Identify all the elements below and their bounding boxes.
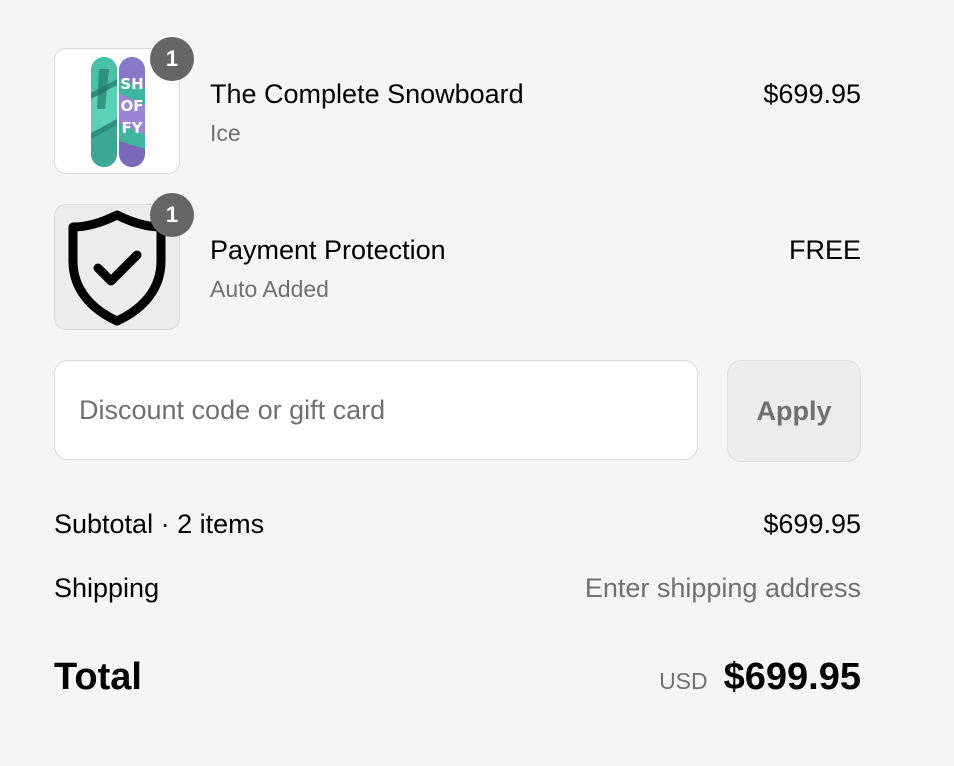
shipping-label: Shipping bbox=[54, 573, 160, 603]
apply-discount-button[interactable]: Apply bbox=[727, 360, 861, 462]
product-title: Payment Protection bbox=[210, 235, 446, 265]
discount-row: Apply bbox=[54, 360, 861, 462]
line-item-payment-protection: 1 Payment Protection Auto Added FREE bbox=[54, 193, 861, 332]
product-thumbnail: SH OF FY 1 bbox=[54, 37, 194, 174]
quantity-badge: 1 bbox=[150, 193, 194, 237]
product-price: $699.95 bbox=[763, 79, 861, 109]
product-price: FREE bbox=[788, 235, 861, 265]
svg-text:SH: SH bbox=[120, 75, 143, 93]
quantity-badge: 1 bbox=[150, 37, 194, 81]
product-title: The Complete Snowboard bbox=[210, 79, 524, 109]
shipping-value: Enter shipping address bbox=[584, 573, 861, 603]
total-row: Total USD $699.95 bbox=[54, 654, 861, 704]
currency-code: USD bbox=[659, 668, 708, 694]
order-summary: SH OF FY 1 The Complete Snowboard Ice $6… bbox=[54, 37, 861, 704]
product-variant: Ice bbox=[210, 120, 241, 146]
discount-code-input[interactable] bbox=[54, 360, 698, 460]
total-amount: $699.95 bbox=[723, 656, 861, 698]
shipping-row: Shipping Enter shipping address bbox=[54, 572, 861, 612]
product-variant: Auto Added bbox=[210, 276, 329, 302]
product-thumbnail: 1 bbox=[54, 193, 194, 330]
svg-text:OF: OF bbox=[121, 97, 144, 115]
subtotal-row: Subtotal · 2 items $699.95 bbox=[54, 508, 861, 548]
subtotal-label: Subtotal · 2 items bbox=[54, 509, 265, 539]
svg-text:FY: FY bbox=[121, 119, 143, 137]
totals-section: Subtotal · 2 items $699.95 Shipping Ente… bbox=[54, 508, 861, 704]
total-label: Total bbox=[54, 656, 142, 698]
line-item-snowboard: SH OF FY 1 The Complete Snowboard Ice $6… bbox=[54, 37, 861, 176]
subtotal-value: $699.95 bbox=[763, 509, 861, 539]
